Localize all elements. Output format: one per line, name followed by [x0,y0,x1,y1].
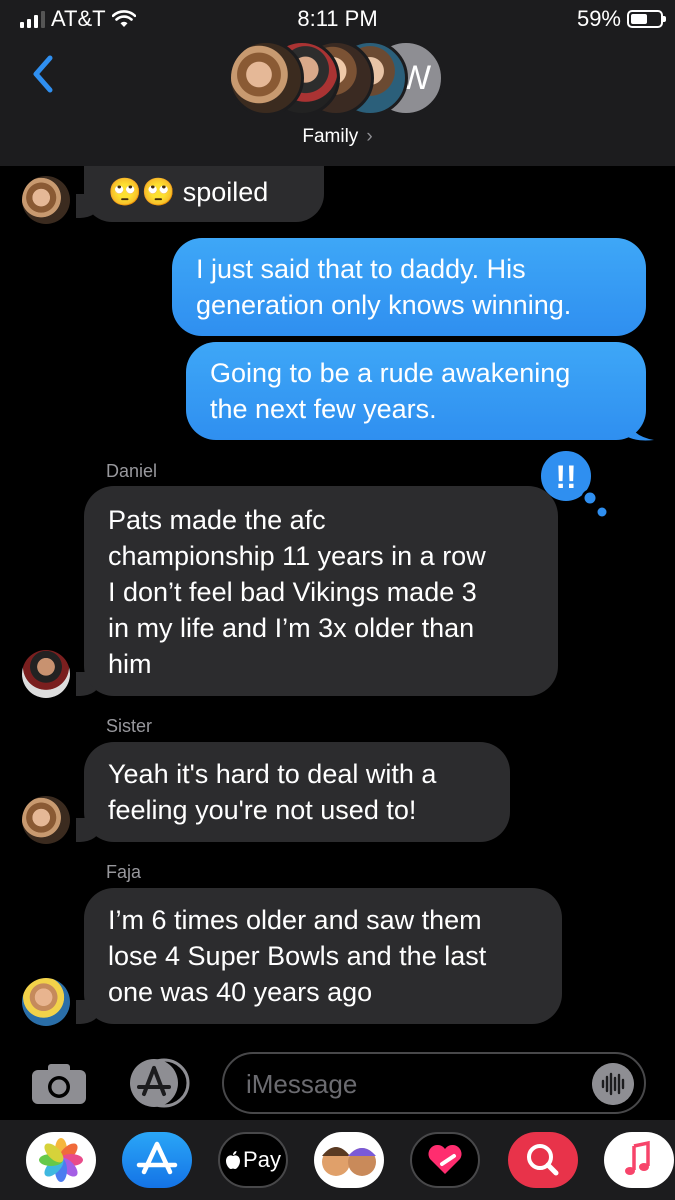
digital-touch-icon[interactable] [410,1132,480,1188]
audio-waveform-icon[interactable] [592,1063,634,1105]
battery-group: 59% [576,6,666,32]
music-app-icon[interactable] [604,1132,674,1188]
sender-name: Faja [106,862,142,882]
message-bubble[interactable]: I just said that to daddy. His generatio… [172,238,646,336]
sender-avatar[interactable] [22,176,70,224]
group-name[interactable]: Family › [0,126,675,148]
memoji-icon[interactable] [314,1132,384,1188]
message-line: feeling you're not used to! [108,795,417,825]
image-search-icon[interactable] [508,1132,578,1188]
sender-avatar[interactable] [22,796,70,844]
group-avatars[interactable]: W [228,40,448,118]
apple-pay-icon[interactable]: Pay [218,1132,288,1188]
message-line: Going to be a rude awakening [210,358,571,388]
message-input[interactable]: iMessage [222,1052,646,1114]
message-bubble[interactable]: Yeah it's hard to deal with a feeling yo… [84,742,510,842]
message-line: lose 4 Super Bowls and the last [108,941,487,971]
message-line: the next few years. [210,394,437,424]
camera-icon[interactable] [30,1062,88,1106]
message-line: I don’t feel bad Vikings made 3 [108,577,477,607]
chevron-right-icon: › [366,126,373,147]
back-chevron-icon[interactable] [26,52,62,96]
sender-avatar[interactable] [22,978,70,1026]
message-line: 🙄🙄 spoiled [108,177,269,207]
message-line: in my life and I’m 3x older than [108,613,475,643]
message-input-placeholder: iMessage [246,1069,358,1099]
message-line: him [108,649,152,679]
app-drawer: Pay [0,1120,675,1200]
message-line: I just said that to daddy. His [196,254,526,284]
battery-icon [627,10,666,28]
compose-bar: iMessage [0,1040,675,1120]
status-bar: AT&T 8:11 PM 59% [0,0,675,40]
sender-name: Daniel [106,461,158,481]
sender-name: Sister [106,716,153,736]
sender-avatar[interactable] [22,650,70,698]
message-line: Pats made the afc [108,505,326,535]
apple-logo-icon [226,1151,241,1169]
tapback-text: !! [555,459,576,495]
clock: 8:11 PM [297,6,378,31]
group-name-label: Family [302,126,359,147]
message-bubble[interactable]: Going to be a rude awakening the next fe… [186,342,646,440]
message-line: championship 11 years in a row [108,541,486,571]
photos-app-icon[interactable] [26,1132,96,1188]
apple-pay-label: Pay [243,1147,281,1172]
conversation-header: AT&T 8:11 PM 59% W Family › [0,0,675,166]
app-store-button-icon[interactable] [124,1058,190,1108]
message-line: generation only knows winning. [196,290,572,320]
app-store-icon[interactable] [122,1132,192,1188]
message-bubble[interactable]: I’m 6 times older and saw them lose 4 Su… [84,888,562,1024]
battery-percent: 59% [576,6,621,31]
message-bubble[interactable]: Pats made the afc championship 11 years … [84,486,558,696]
message-bubble[interactable]: 🙄🙄 spoiled [84,166,324,222]
avatar [228,40,304,116]
message-line: Yeah it's hard to deal with a [108,759,437,789]
message-line: one was 40 years ago [108,977,373,1007]
message-line: I’m 6 times older and saw them [108,905,482,935]
